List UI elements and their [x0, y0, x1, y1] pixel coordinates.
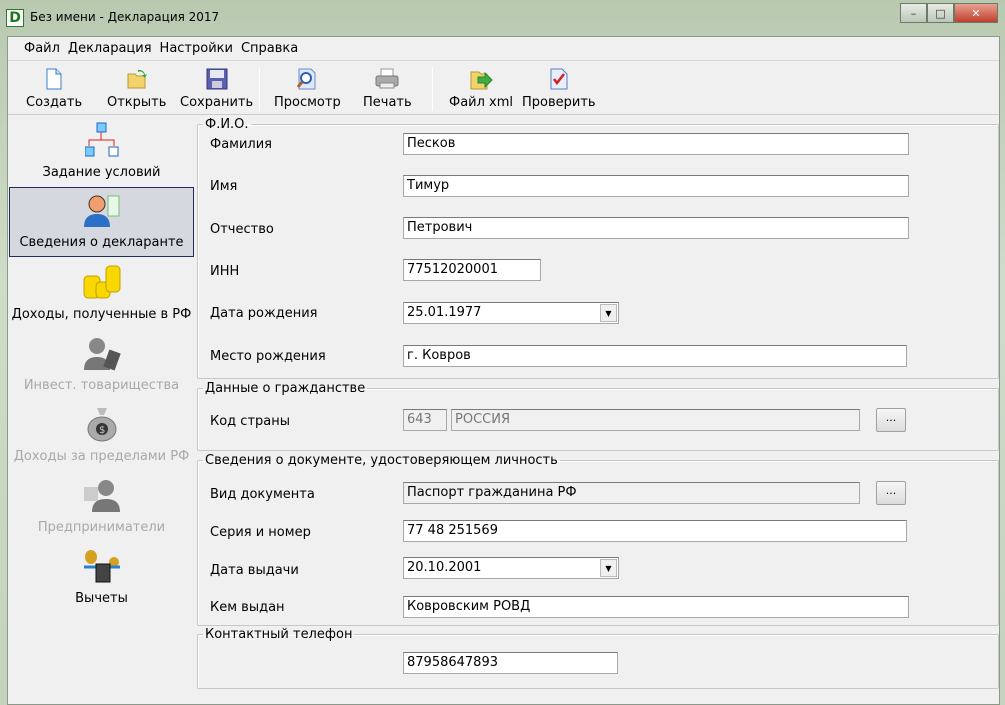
sidebar-label: Задание условий [42, 165, 161, 180]
country-code-input[interactable]: 643 [403, 409, 447, 431]
sidebar-label: Предприниматели [37, 520, 166, 535]
sidebar-item-income-rf[interactable]: Доходы, полученные в РФ [9, 258, 194, 328]
tree-checklist-icon [82, 121, 122, 159]
country-browse-button[interactable]: ... [876, 408, 906, 432]
fio-legend: Ф.И.О. [205, 117, 249, 132]
scales-calculator-icon [82, 547, 122, 585]
document-type-label: Вид документа [210, 487, 315, 502]
preview-label: Просмотр [274, 95, 341, 110]
dropdown-arrow-icon[interactable]: ▼ [600, 559, 617, 577]
sidebar-item-entrepreneurs[interactable]: Предприниматели [9, 471, 194, 541]
document-legend: Сведения о документе, удостоверяющем лич… [205, 453, 558, 468]
sidebar-label: Сведения о декларанте [19, 235, 184, 250]
title-bar: D Без имени - Декларация 2017 – □ ✕ [0, 0, 1005, 34]
person-document-icon [82, 191, 122, 229]
save-button[interactable]: Сохранить [180, 67, 253, 113]
country-code-label: Код страны [210, 414, 291, 429]
menu-help[interactable]: Справка [237, 41, 302, 56]
sidebar-item-deductions[interactable]: Вычеты [9, 542, 194, 612]
contact-legend: Контактный телефон [205, 627, 353, 642]
check-label: Проверить [522, 95, 596, 110]
preview-magnifier-icon [295, 67, 319, 91]
create-label: Создать [26, 95, 83, 110]
last-name-input[interactable]: Песков [403, 133, 909, 155]
first-name-label: Имя [210, 179, 238, 194]
print-button[interactable]: Печать [363, 67, 412, 113]
coins-icon [82, 263, 122, 301]
maximize-button[interactable]: □ [927, 3, 954, 23]
sidebar-label: Доходы за пределами РФ [13, 449, 190, 464]
minimize-button[interactable]: – [900, 3, 927, 23]
birth-place-input[interactable]: г. Ковров [403, 345, 907, 367]
floppy-disk-icon [205, 67, 229, 91]
window-title: Без имени - Декларация 2017 [30, 10, 220, 24]
app-logo-icon: D [6, 9, 24, 27]
preview-button[interactable]: Просмотр [274, 67, 341, 113]
birth-date-label: Дата рождения [210, 306, 318, 321]
country-name-input[interactable]: РОССИЯ [451, 409, 860, 431]
svg-text:$: $ [99, 425, 105, 436]
save-label: Сохранить [180, 95, 254, 110]
printer-icon [375, 67, 399, 91]
person-phone-icon [82, 334, 122, 372]
menu-settings[interactable]: Настройки [156, 41, 237, 56]
print-label: Печать [363, 95, 412, 110]
menu-file[interactable]: Файл [20, 41, 64, 56]
birth-date-value: 25.01.1977 [407, 305, 482, 320]
check-button[interactable]: Проверить [522, 67, 596, 113]
sidebar-label: Инвест. товарищества [23, 378, 180, 393]
sidebar-label: Вычеты [75, 591, 128, 606]
menu-declaration[interactable]: Декларация [64, 41, 156, 56]
sidebar-item-investment[interactable]: Инвест. товарищества [9, 329, 194, 399]
inn-label: ИНН [210, 264, 240, 279]
businessman-icon [82, 476, 122, 514]
money-bag-icon: $ [82, 405, 122, 443]
close-button[interactable]: ✕ [954, 3, 998, 23]
patronymic-input[interactable]: Петрович [403, 217, 909, 239]
first-name-input[interactable]: Тимур [403, 175, 909, 197]
dropdown-arrow-icon[interactable]: ▼ [600, 304, 617, 322]
sidebar: Задание условий Сведения о декларанте До… [8, 116, 196, 704]
new-document-icon [42, 67, 66, 91]
issued-by-label: Кем выдан [210, 600, 285, 615]
document-number-label: Серия и номер [210, 525, 311, 540]
issue-date-value: 20.10.2001 [407, 560, 482, 575]
phone-input[interactable]: 87958647893 [403, 652, 618, 674]
check-document-icon [547, 67, 571, 91]
toolbar: Создать Открыть Сохранить Просмотр Печат… [8, 63, 999, 115]
create-button[interactable]: Создать [26, 67, 82, 113]
sidebar-item-conditions[interactable]: Задание условий [9, 116, 194, 186]
document-browse-button[interactable]: ... [876, 481, 906, 505]
issue-date-picker[interactable]: 20.10.2001 ▼ [403, 557, 619, 579]
birth-date-picker[interactable]: 25.01.1977 ▼ [403, 302, 619, 324]
birth-place-label: Место рождения [210, 349, 326, 364]
issue-date-label: Дата выдачи [210, 563, 299, 578]
document-number-input[interactable]: 77 48 251569 [403, 520, 907, 542]
xml-export-icon [469, 67, 493, 91]
sidebar-item-declarant[interactable]: Сведения о декларанте [9, 187, 194, 257]
fio-group: Ф.И.О. [197, 117, 999, 379]
last-name-label: Фамилия [210, 137, 272, 152]
menu-bar: Файл Декларация Настройки Справка [8, 37, 999, 61]
sidebar-label: Доходы, полученные в РФ [11, 307, 192, 322]
xml-file-label: Файл xml [449, 95, 514, 110]
open-button[interactable]: Открыть [107, 67, 166, 113]
open-label: Открыть [107, 95, 167, 110]
inn-input[interactable]: 77512020001 [403, 259, 541, 281]
sidebar-item-foreign-income[interactable]: $ Доходы за пределами РФ [9, 400, 194, 470]
citizenship-legend: Данные о гражданстве [205, 381, 366, 396]
document-type-input[interactable]: Паспорт гражданина РФ [403, 482, 860, 504]
patronymic-label: Отчество [210, 222, 274, 237]
xml-file-button[interactable]: Файл xml [449, 67, 513, 113]
open-folder-icon [125, 67, 149, 91]
issued-by-input[interactable]: Ковровским РОВД [403, 596, 909, 618]
